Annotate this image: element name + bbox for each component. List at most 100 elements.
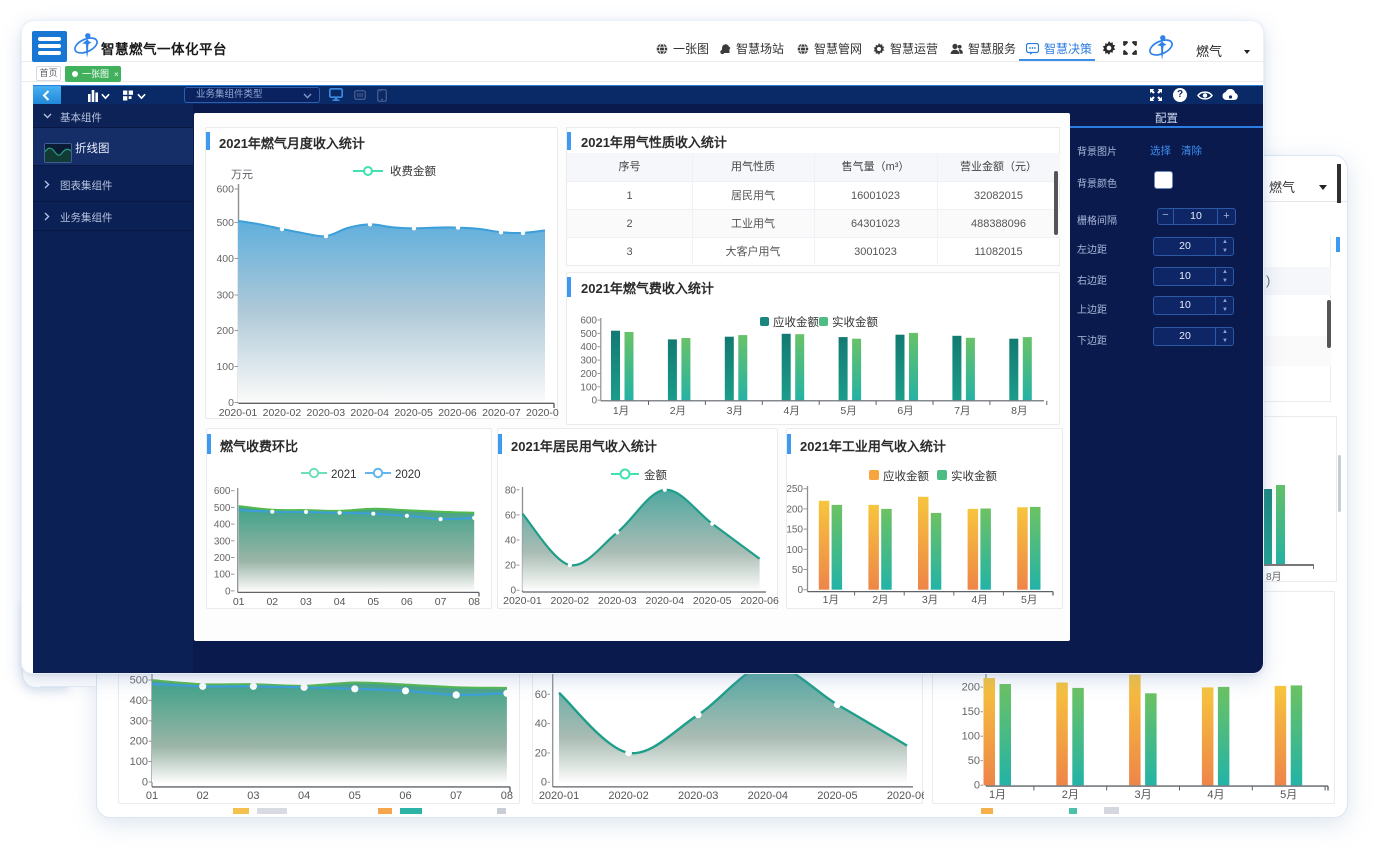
svg-text:60: 60 [535, 689, 547, 701]
svg-text:2020: 2020 [395, 469, 421, 481]
svg-text:600: 600 [580, 316, 597, 327]
svg-text:2020-05: 2020-05 [693, 595, 732, 607]
svg-text:40: 40 [505, 536, 517, 547]
svg-text:2月: 2月 [872, 594, 888, 606]
svg-text:05: 05 [349, 790, 361, 802]
svg-text:80: 80 [505, 485, 517, 496]
svg-text:400: 400 [216, 253, 234, 265]
svg-text:2月: 2月 [670, 405, 686, 417]
svg-text:200: 200 [214, 553, 231, 564]
svg-text:4月: 4月 [784, 405, 800, 417]
svg-text:8月: 8月 [1011, 405, 1027, 417]
svg-text:2020-04: 2020-04 [748, 790, 788, 802]
svg-text:金额: 金额 [644, 468, 667, 482]
svg-text:300: 300 [130, 715, 148, 727]
svg-text:2020-07: 2020-07 [482, 407, 521, 419]
svg-text:08: 08 [468, 596, 480, 608]
svg-text:600: 600 [216, 184, 234, 196]
svg-text:400: 400 [214, 520, 231, 531]
svg-text:2020-02: 2020-02 [263, 407, 302, 419]
svg-text:5月: 5月 [1280, 789, 1297, 801]
svg-text:250: 250 [787, 484, 803, 495]
svg-text:500: 500 [130, 675, 148, 687]
svg-text:3月: 3月 [922, 594, 938, 606]
svg-text:06: 06 [401, 596, 413, 608]
svg-text:02: 02 [266, 596, 278, 608]
svg-text:1月: 1月 [989, 789, 1006, 801]
svg-text:0: 0 [541, 777, 547, 789]
svg-text:500: 500 [580, 329, 597, 340]
svg-text:2020-05: 2020-05 [394, 407, 433, 419]
svg-text:600: 600 [214, 486, 231, 497]
svg-text:100: 100 [130, 756, 148, 768]
svg-text:2020-03: 2020-03 [598, 595, 637, 607]
svg-text:2020-01: 2020-01 [219, 407, 258, 419]
svg-text:2020-06: 2020-06 [740, 595, 779, 607]
svg-text:0: 0 [142, 777, 148, 789]
svg-text:3月: 3月 [1135, 789, 1152, 801]
svg-text:200: 200 [787, 504, 803, 515]
svg-text:08: 08 [501, 790, 513, 802]
svg-text:2020-05: 2020-05 [817, 790, 857, 802]
svg-text:500: 500 [214, 503, 231, 514]
svg-text:2020-01: 2020-01 [503, 595, 542, 607]
svg-text:4月: 4月 [1207, 789, 1224, 801]
svg-text:2020-01: 2020-01 [539, 790, 579, 802]
svg-text:50: 50 [968, 755, 980, 767]
svg-text:06: 06 [399, 790, 411, 802]
svg-text:01: 01 [233, 596, 245, 608]
svg-text:40: 40 [535, 718, 547, 730]
svg-text:2020-06: 2020-06 [887, 790, 924, 802]
svg-text:实收金额: 实收金额 [951, 469, 997, 483]
svg-text:100: 100 [580, 382, 597, 393]
svg-text:50: 50 [792, 565, 804, 576]
svg-text:100: 100 [962, 731, 980, 743]
svg-text:01: 01 [146, 790, 158, 802]
svg-text:100: 100 [214, 570, 231, 581]
svg-text:300: 300 [214, 536, 231, 547]
svg-text:03: 03 [247, 790, 259, 802]
svg-text:07: 07 [450, 790, 462, 802]
svg-text:400: 400 [580, 342, 597, 353]
svg-text:0: 0 [974, 780, 980, 792]
svg-text:04: 04 [334, 596, 346, 608]
svg-text:200: 200 [216, 325, 234, 337]
svg-text:2020-02: 2020-02 [551, 595, 590, 607]
svg-text:2020-03: 2020-03 [678, 790, 718, 802]
svg-text:2020-08: 2020-08 [526, 407, 559, 419]
svg-text:400: 400 [130, 695, 148, 707]
svg-text:200: 200 [130, 736, 148, 748]
svg-text:2月: 2月 [1062, 789, 1079, 801]
svg-text:04: 04 [298, 790, 310, 802]
svg-text:200: 200 [962, 682, 980, 694]
svg-text:2020-02: 2020-02 [608, 790, 648, 802]
svg-text:07: 07 [435, 596, 447, 608]
svg-text:0: 0 [797, 585, 803, 596]
svg-text:300: 300 [580, 356, 597, 367]
svg-text:3月: 3月 [727, 405, 743, 417]
svg-text:20: 20 [505, 561, 517, 572]
svg-text:1月: 1月 [613, 405, 629, 417]
svg-text:5月: 5月 [1021, 594, 1037, 606]
svg-text:7月: 7月 [954, 405, 970, 417]
svg-text:20: 20 [535, 747, 547, 759]
svg-text:2020-06: 2020-06 [438, 407, 477, 419]
svg-text:0: 0 [591, 396, 597, 407]
svg-text:150: 150 [787, 525, 803, 536]
svg-text:500: 500 [216, 217, 234, 229]
svg-text:03: 03 [300, 596, 312, 608]
svg-text:60: 60 [505, 510, 517, 521]
svg-text:2020-03: 2020-03 [307, 407, 346, 419]
svg-text:收费金额: 收费金额 [390, 164, 436, 178]
svg-text:6月: 6月 [897, 405, 913, 417]
svg-text:200: 200 [580, 369, 597, 380]
svg-text:应收金额: 应收金额 [773, 315, 819, 329]
svg-text:2020-04: 2020-04 [350, 407, 389, 419]
svg-text:万元: 万元 [231, 169, 253, 181]
svg-text:2021: 2021 [331, 469, 357, 481]
svg-text:4月: 4月 [971, 594, 987, 606]
svg-text:02: 02 [197, 790, 209, 802]
svg-text:应收金额: 应收金额 [883, 469, 929, 483]
svg-text:0: 0 [225, 586, 231, 597]
svg-text:1月: 1月 [823, 594, 839, 606]
